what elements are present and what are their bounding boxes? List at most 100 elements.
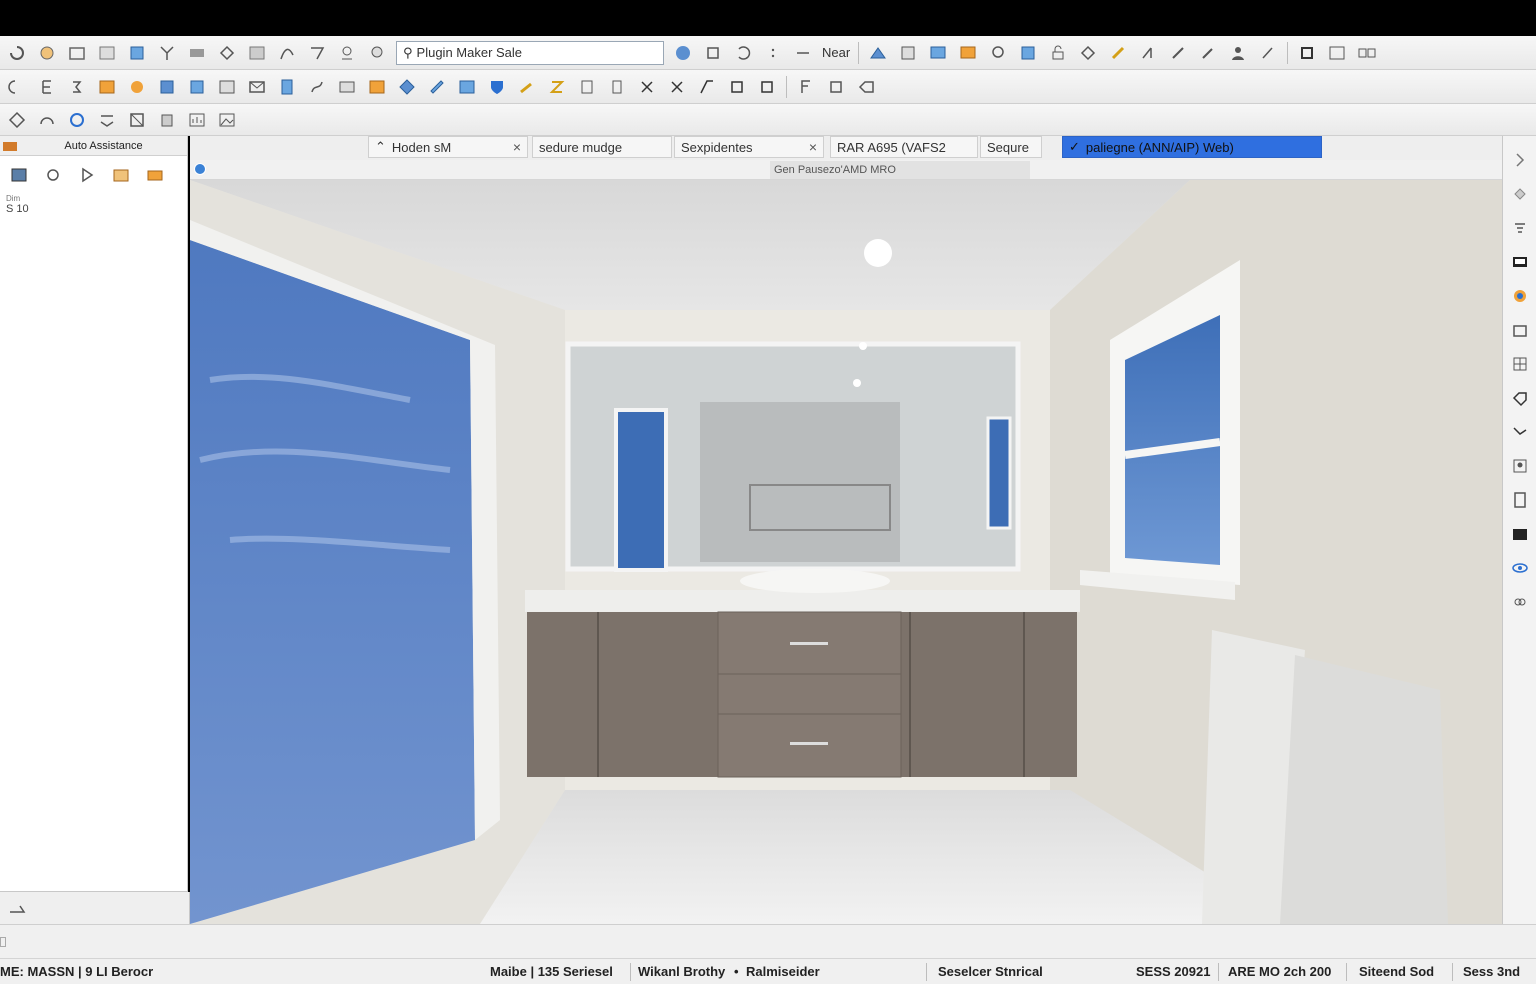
close-icon[interactable]: × <box>513 139 521 155</box>
curve-icon[interactable] <box>272 39 302 67</box>
doc-icon[interactable] <box>272 73 302 101</box>
object-icon[interactable] <box>152 73 182 101</box>
panel-icon[interactable] <box>182 39 212 67</box>
sync-icon[interactable] <box>62 106 92 134</box>
export-icon[interactable] <box>1506 316 1534 344</box>
stack-icon[interactable] <box>140 162 170 188</box>
pencil-icon[interactable] <box>1103 39 1133 67</box>
measure-icon[interactable] <box>2 894 32 922</box>
camera-icon[interactable] <box>983 39 1013 67</box>
window-icon[interactable] <box>1013 39 1043 67</box>
sign-icon[interactable] <box>92 106 122 134</box>
light-icon[interactable] <box>362 39 392 67</box>
flag-icon[interactable] <box>791 73 821 101</box>
slope-icon[interactable] <box>692 73 722 101</box>
number-icon[interactable] <box>62 73 92 101</box>
profile-icon[interactable] <box>1506 452 1534 480</box>
sun-icon[interactable] <box>122 73 152 101</box>
photo-icon[interactable] <box>362 73 392 101</box>
tag2-icon[interactable] <box>1506 384 1534 412</box>
layer-icon[interactable] <box>122 39 152 67</box>
folder-open-icon[interactable] <box>106 162 136 188</box>
rotate-icon[interactable] <box>728 39 758 67</box>
curve2-icon[interactable] <box>302 73 332 101</box>
photo-frame-icon[interactable] <box>4 162 34 188</box>
render-viewport[interactable] <box>190 180 1502 924</box>
trash-icon[interactable] <box>152 106 182 134</box>
hammer-icon[interactable] <box>512 73 542 101</box>
grid-icon[interactable] <box>242 39 272 67</box>
mountain-icon[interactable] <box>863 39 893 67</box>
image-icon[interactable] <box>212 106 242 134</box>
tab-paliegne[interactable]: ✓ paliegne (ANN/AIP) Web) <box>1062 136 1322 158</box>
folder2-icon[interactable] <box>1506 520 1534 548</box>
tag-icon[interactable] <box>851 73 881 101</box>
doc2-icon[interactable] <box>1506 486 1534 514</box>
lock-icon[interactable] <box>1043 39 1073 67</box>
tile-icon[interactable] <box>452 73 482 101</box>
monitor2-icon[interactable] <box>1506 248 1534 276</box>
text-e-icon[interactable] <box>32 73 62 101</box>
minus-icon[interactable] <box>788 39 818 67</box>
bars-icon[interactable] <box>572 73 602 101</box>
play-icon[interactable] <box>72 162 102 188</box>
view-split-icon[interactable] <box>1352 39 1382 67</box>
undo-icon[interactable] <box>2 39 32 67</box>
eye-icon[interactable] <box>1506 554 1534 582</box>
card-icon[interactable] <box>332 73 362 101</box>
view-frame-icon[interactable] <box>1322 39 1352 67</box>
refresh-icon[interactable] <box>32 39 62 67</box>
shape-icon[interactable] <box>392 73 422 101</box>
tab-sedure[interactable]: sedure mudge <box>532 136 672 158</box>
monitor-icon[interactable] <box>923 39 953 67</box>
texture-icon[interactable] <box>92 73 122 101</box>
square-icon[interactable] <box>722 73 752 101</box>
zigzag-icon[interactable] <box>542 73 572 101</box>
rect-icon[interactable] <box>821 73 851 101</box>
sort-icon[interactable] <box>1506 214 1534 242</box>
tab-sequre[interactable]: Sequre <box>980 136 1042 158</box>
branch-icon[interactable] <box>1506 418 1534 446</box>
split-icon[interactable] <box>152 39 182 67</box>
cross-icon[interactable] <box>662 73 692 101</box>
angle-icon[interactable] <box>1133 39 1163 67</box>
folder-icon[interactable] <box>62 39 92 67</box>
user-icon[interactable] <box>1223 39 1253 67</box>
select-icon[interactable] <box>2 106 32 134</box>
arc-icon[interactable] <box>2 73 32 101</box>
horizontal-scrollbar[interactable] <box>0 924 1536 958</box>
hand-icon[interactable] <box>38 162 68 188</box>
square2-icon[interactable] <box>752 73 782 101</box>
table-icon[interactable] <box>212 73 242 101</box>
chart-icon[interactable] <box>182 106 212 134</box>
scroll-handle[interactable] <box>0 937 6 947</box>
material-icon[interactable] <box>953 39 983 67</box>
palette-icon[interactable] <box>1506 282 1534 310</box>
search-combo[interactable]: ⚲ Plugin Maker Sale <box>396 40 664 65</box>
eyedropper-icon[interactable] <box>1193 39 1223 67</box>
grid2-icon[interactable] <box>1506 350 1534 378</box>
box-icon[interactable] <box>698 39 728 67</box>
briefcase-icon[interactable] <box>0 137 20 155</box>
close-x-icon[interactable] <box>632 73 662 101</box>
layers-icon[interactable] <box>182 73 212 101</box>
tab-hoden[interactable]: ⌃ Hoden sM × <box>368 136 528 158</box>
crop-icon[interactable] <box>122 106 152 134</box>
frame-icon[interactable] <box>92 39 122 67</box>
view-single-icon[interactable] <box>1292 39 1322 67</box>
hook-icon[interactable] <box>302 39 332 67</box>
envelope-icon[interactable] <box>242 73 272 101</box>
globe-icon[interactable] <box>668 39 698 67</box>
status-dot-icon[interactable] <box>194 163 206 175</box>
brush-icon[interactable] <box>1163 39 1193 67</box>
eraser-icon[interactable] <box>1253 39 1283 67</box>
link-icon[interactable] <box>1506 588 1534 616</box>
chevron-right-icon[interactable] <box>1506 146 1534 174</box>
close-icon[interactable]: × <box>809 139 817 155</box>
shield-icon[interactable] <box>482 73 512 101</box>
page-icon[interactable] <box>602 73 632 101</box>
gem-icon[interactable] <box>1073 39 1103 67</box>
tab-rar[interactable]: RAR A695 (VAFS2 <box>830 136 978 158</box>
book-icon[interactable] <box>893 39 923 67</box>
ruler-icon[interactable] <box>422 73 452 101</box>
